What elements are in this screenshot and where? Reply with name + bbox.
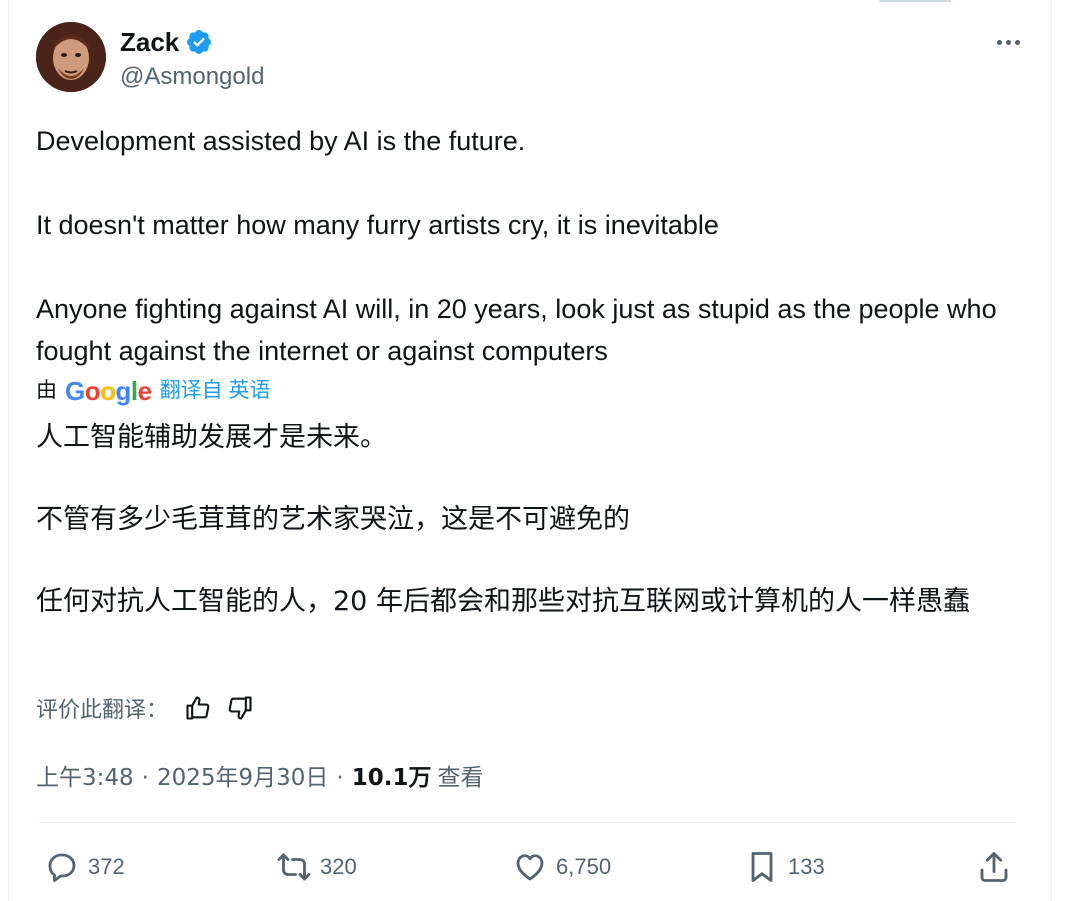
reply-count: 372 — [88, 854, 125, 879]
reply-icon — [48, 853, 76, 882]
translated-from-link[interactable]: 翻译自 英语 — [160, 376, 271, 406]
like-icon — [516, 854, 544, 881]
more-icon[interactable] — [990, 28, 1026, 56]
author-handle[interactable]: @Asmongold — [120, 62, 264, 92]
author-name[interactable]: Zack — [120, 26, 179, 58]
tweet-date[interactable]: 2025年9月30日 — [157, 762, 328, 794]
rate-translation: 评价此翻译： — [36, 692, 268, 724]
tweet-meta: 上午3:48 · 2025年9月30日 · 10.1万 查看 — [36, 762, 483, 794]
author-row: Zack — [120, 26, 213, 58]
like-count: 6,750 — [556, 854, 612, 879]
rate-translation-label: 评价此翻译： — [36, 698, 169, 723]
translation-paragraph: 任何对抗人工智能的人，20 年后都会和那些对抗互联网或计算机的人一样愚蠢 — [36, 586, 970, 617]
bookmark-icon — [751, 852, 773, 882]
tweet-text: Development assisted by AI is the future… — [36, 120, 1016, 372]
tweet-time[interactable]: 上午3:48 — [36, 762, 134, 794]
divider — [36, 822, 1016, 823]
thumbs-up-icon[interactable] — [184, 694, 212, 722]
translated-text: 人工智能辅助发展才是未来。 不管有多少毛茸茸的艺术家哭泣，这是不可避免的 任何对… — [36, 418, 1016, 622]
verified-badge-icon — [187, 30, 212, 54]
tweet-paragraph: Anyone fighting against AI will, in 20 y… — [36, 294, 997, 366]
avatar[interactable] — [36, 22, 106, 92]
reply-button[interactable]: 372 — [44, 845, 125, 889]
bookmark-button[interactable]: 133 — [744, 845, 825, 889]
views-count: 10.1万 — [351, 765, 432, 791]
tweet-paragraph: It doesn't matter how many furry artists… — [36, 210, 719, 240]
share-button[interactable] — [976, 845, 1012, 889]
top-edge-indicator — [879, 0, 951, 2]
repost-icon — [277, 853, 311, 881]
translated-by-label: 由 — [36, 379, 57, 402]
repost-count: 320 — [320, 854, 357, 879]
tweet-paragraph: Development assisted by AI is the future… — [36, 126, 526, 156]
bookmark-count: 133 — [788, 854, 825, 879]
action-bar: 372 320 6,750 133 — [36, 845, 1016, 889]
repost-button[interactable]: 320 — [276, 845, 357, 889]
meta-separator: · — [141, 765, 149, 791]
translation-paragraph: 不管有多少毛茸茸的艺术家哭泣，这是不可避免的 — [36, 504, 630, 535]
like-button[interactable]: 6,750 — [512, 845, 611, 889]
google-logo: Google — [65, 376, 152, 406]
views-label: 查看 — [437, 765, 484, 791]
meta-separator: · — [336, 765, 344, 791]
translation-paragraph: 人工智能辅助发展才是未来。 — [36, 422, 387, 453]
thumbs-down-icon[interactable] — [226, 694, 254, 722]
translation-attribution: 由 Google 翻译自 英语 — [36, 376, 270, 406]
share-icon — [980, 852, 1008, 882]
